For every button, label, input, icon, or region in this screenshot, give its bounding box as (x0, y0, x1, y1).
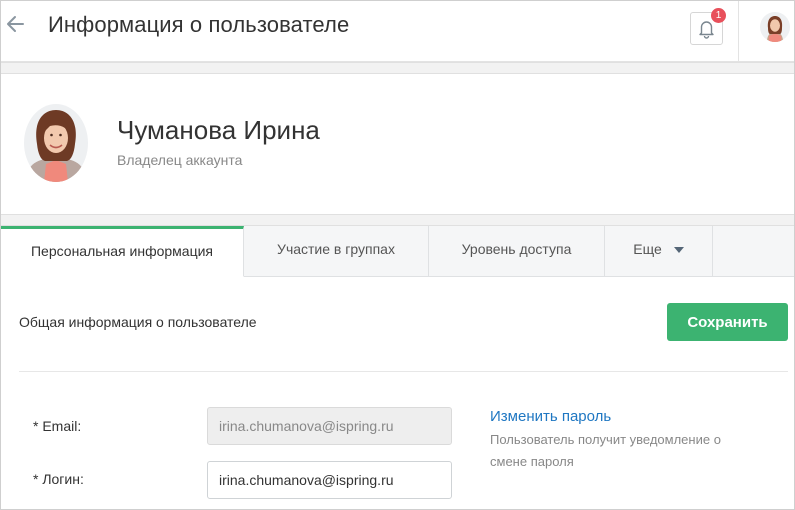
tab-group-membership[interactable]: Участие в группах (244, 226, 429, 277)
email-field[interactable] (207, 407, 452, 445)
back-button[interactable] (5, 12, 27, 36)
change-password-note: Пользователь получит уведомление о смене… (490, 432, 721, 469)
email-label: * Email: (33, 418, 82, 434)
top-bar: Информация о пользователе 1 (1, 1, 794, 62)
tab-bar: Персональная информация Участие в группа… (1, 226, 794, 277)
notification-count-badge: 1 (711, 8, 726, 23)
tab-label: Участие в группах (277, 241, 395, 257)
change-password-link[interactable]: Изменить пароль (490, 408, 611, 425)
app-window: Информация о пользователе 1 Чуманова Ири… (0, 0, 795, 510)
profile-avatar (24, 104, 88, 182)
user-name: Чуманова Ирина (117, 115, 320, 145)
login-field[interactable] (207, 461, 452, 499)
save-button[interactable]: Сохранить (667, 303, 788, 341)
user-avatar-small[interactable] (760, 12, 790, 42)
separator-band (1, 214, 794, 226)
arrow-left-icon (7, 16, 24, 32)
tab-access-level[interactable]: Уровень доступа (429, 226, 605, 277)
login-label: * Логин: (33, 471, 84, 487)
tab-label: Еще (633, 241, 662, 257)
page-title: Информация о пользователе (48, 12, 350, 37)
divider (19, 371, 788, 372)
tab-label: Уровень доступа (461, 241, 572, 257)
tab-personal-info[interactable]: Персональная информация (1, 226, 244, 277)
profile-card: Чуманова Ирина Владелец аккаунта (1, 74, 794, 214)
tab-label: Персональная информация (30, 243, 214, 259)
separator-band (1, 62, 794, 74)
header-divider (738, 1, 739, 62)
tab-more[interactable]: Еще (605, 226, 713, 277)
caret-down-icon (673, 247, 684, 254)
section-title: Общая информация о пользователе (19, 314, 257, 330)
user-role: Владелец аккаунта (117, 152, 243, 168)
